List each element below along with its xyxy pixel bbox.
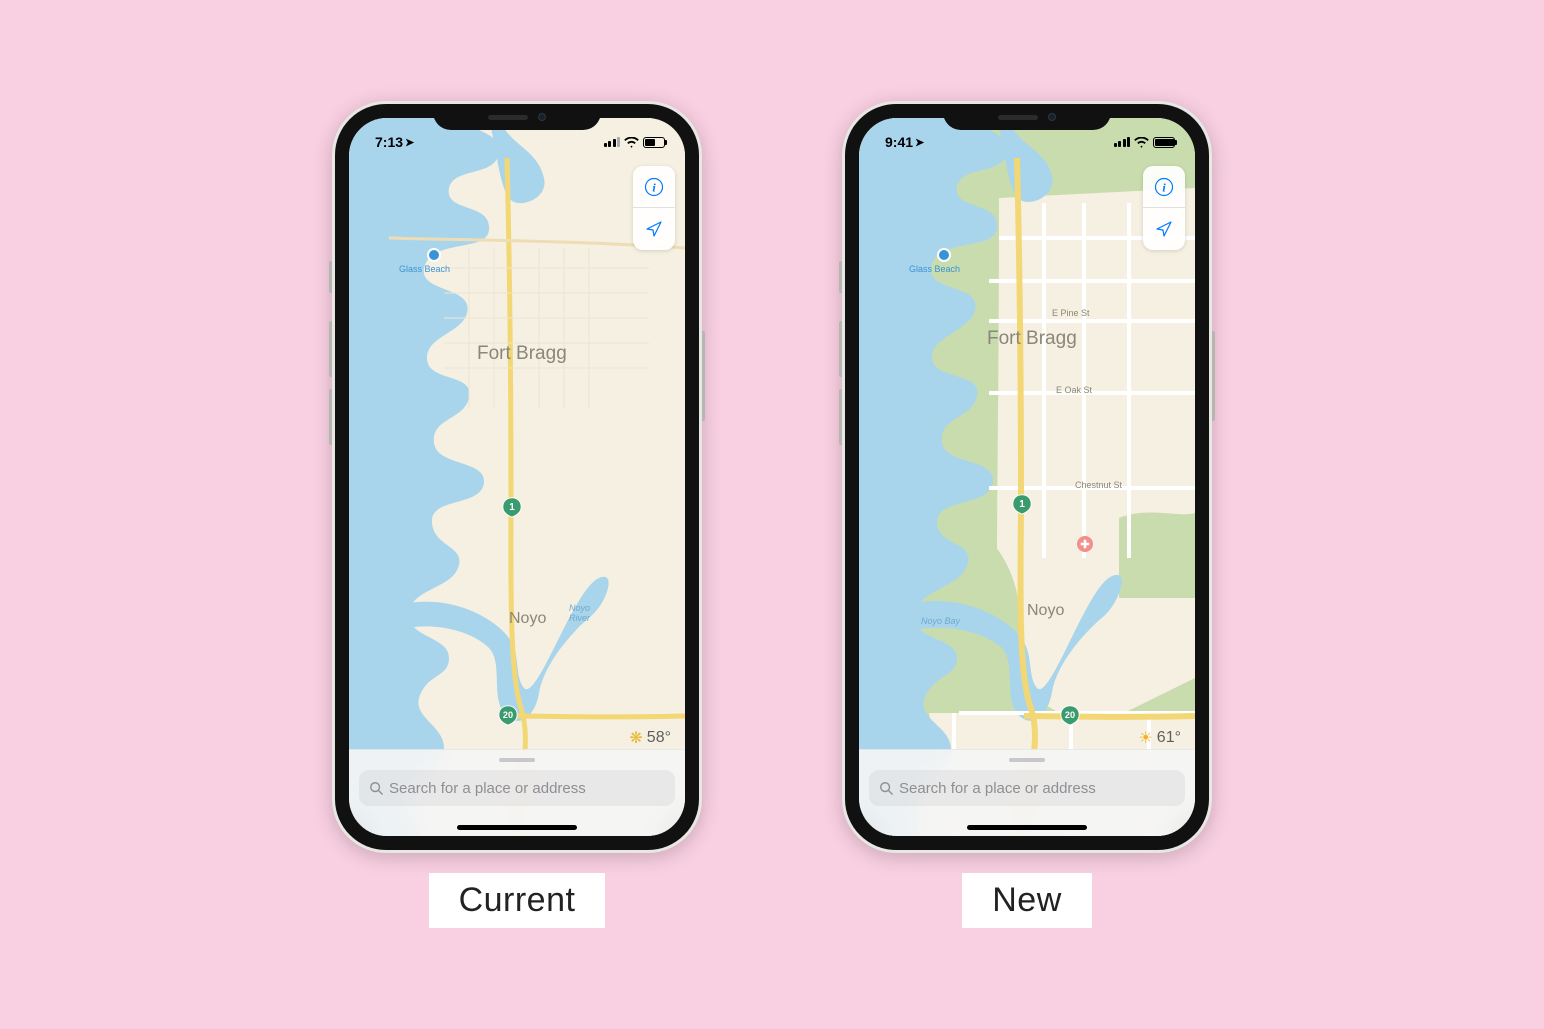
phone-bezel: Glass Beach Fort Bragg Noyo Noyo River 1… (335, 104, 699, 850)
home-indicator[interactable] (457, 825, 577, 830)
svg-text:1: 1 (509, 502, 515, 513)
map-locate-button[interactable] (633, 208, 675, 250)
noyo-bay-label: Noyo Bay (921, 616, 960, 626)
fort-bragg-label: Fort Bragg (987, 328, 1077, 350)
svg-text:i: i (1162, 180, 1166, 194)
phone-notch (433, 104, 601, 130)
search-placeholder: Search for a place or address (899, 780, 1096, 797)
svg-text:20: 20 (503, 710, 513, 720)
status-time: 9:41 (885, 134, 913, 150)
drawer-handle[interactable] (1009, 758, 1045, 762)
weather-icon: ❋ (629, 728, 642, 748)
phone-screen-right: Glass Beach E Pine St Fort Bragg E Oak S… (859, 118, 1195, 836)
temperature: 61° (1157, 729, 1181, 747)
cellular-icon (1114, 137, 1131, 147)
wifi-icon (1134, 137, 1149, 148)
search-input[interactable]: Search for a place or address (869, 770, 1185, 806)
phone-left-wrap: Glass Beach Fort Bragg Noyo Noyo River 1… (332, 101, 702, 928)
caption-left: Current (429, 873, 606, 928)
phone-frame-right: Glass Beach E Pine St Fort Bragg E Oak S… (842, 101, 1212, 853)
location-arrow-icon: ➤ (915, 136, 924, 149)
search-input[interactable]: Search for a place or address (359, 770, 675, 806)
search-icon (369, 781, 383, 795)
route-20-shield: 20 (497, 704, 519, 726)
map-locate-button[interactable] (1143, 208, 1185, 250)
phone-bezel: Glass Beach E Pine St Fort Bragg E Oak S… (845, 104, 1209, 850)
map-info-button[interactable]: i (1143, 166, 1185, 208)
temperature: 58° (647, 729, 671, 747)
location-arrow-icon: ➤ (405, 136, 414, 149)
caption-right: New (962, 873, 1092, 928)
fort-bragg-label: Fort Bragg (477, 343, 567, 365)
hospital-icon[interactable]: ✚ (1077, 536, 1093, 552)
route-1-shield: 1 (501, 496, 523, 518)
map-info-button[interactable]: i (633, 166, 675, 208)
phone-right-wrap: Glass Beach E Pine St Fort Bragg E Oak S… (842, 101, 1212, 928)
map-controls: i (633, 166, 675, 250)
e-oak-label: E Oak St (1056, 385, 1092, 395)
e-pine-label: E Pine St (1052, 308, 1090, 318)
phone-notch (943, 104, 1111, 130)
svg-text:1: 1 (1019, 499, 1025, 510)
route-1-shield: 1 (1011, 493, 1033, 515)
route-20-shield: 20 (1059, 704, 1081, 726)
glass-beach-pin[interactable] (937, 248, 951, 262)
map-controls: i (1143, 166, 1185, 250)
home-indicator[interactable] (967, 825, 1087, 830)
svg-text:20: 20 (1065, 710, 1075, 720)
battery-icon (643, 137, 665, 148)
search-drawer[interactable]: Search for a place or address (349, 749, 685, 836)
battery-icon (1153, 137, 1175, 148)
chestnut-label: Chestnut St (1075, 480, 1122, 490)
wifi-icon (624, 137, 639, 148)
weather-widget[interactable]: ☀ 61° (1138, 728, 1181, 748)
search-placeholder: Search for a place or address (389, 780, 586, 797)
noyo-river-label: Noyo River (569, 603, 590, 623)
status-time: 7:13 (375, 134, 403, 150)
noyo-label: Noyo (1027, 602, 1064, 620)
search-icon (879, 781, 893, 795)
glass-beach-label: Glass Beach (909, 264, 960, 274)
search-drawer[interactable]: Search for a place or address (859, 749, 1195, 836)
weather-widget[interactable]: ❋ 58° (629, 728, 671, 748)
drawer-handle[interactable] (499, 758, 535, 762)
phone-screen-left: Glass Beach Fort Bragg Noyo Noyo River 1… (349, 118, 685, 836)
cellular-icon (604, 137, 621, 147)
glass-beach-pin[interactable] (427, 248, 441, 262)
phone-frame-left: Glass Beach Fort Bragg Noyo Noyo River 1… (332, 101, 702, 853)
noyo-label: Noyo (509, 610, 546, 628)
weather-icon: ☀ (1138, 728, 1152, 748)
svg-text:i: i (652, 180, 656, 194)
glass-beach-label: Glass Beach (399, 264, 450, 274)
